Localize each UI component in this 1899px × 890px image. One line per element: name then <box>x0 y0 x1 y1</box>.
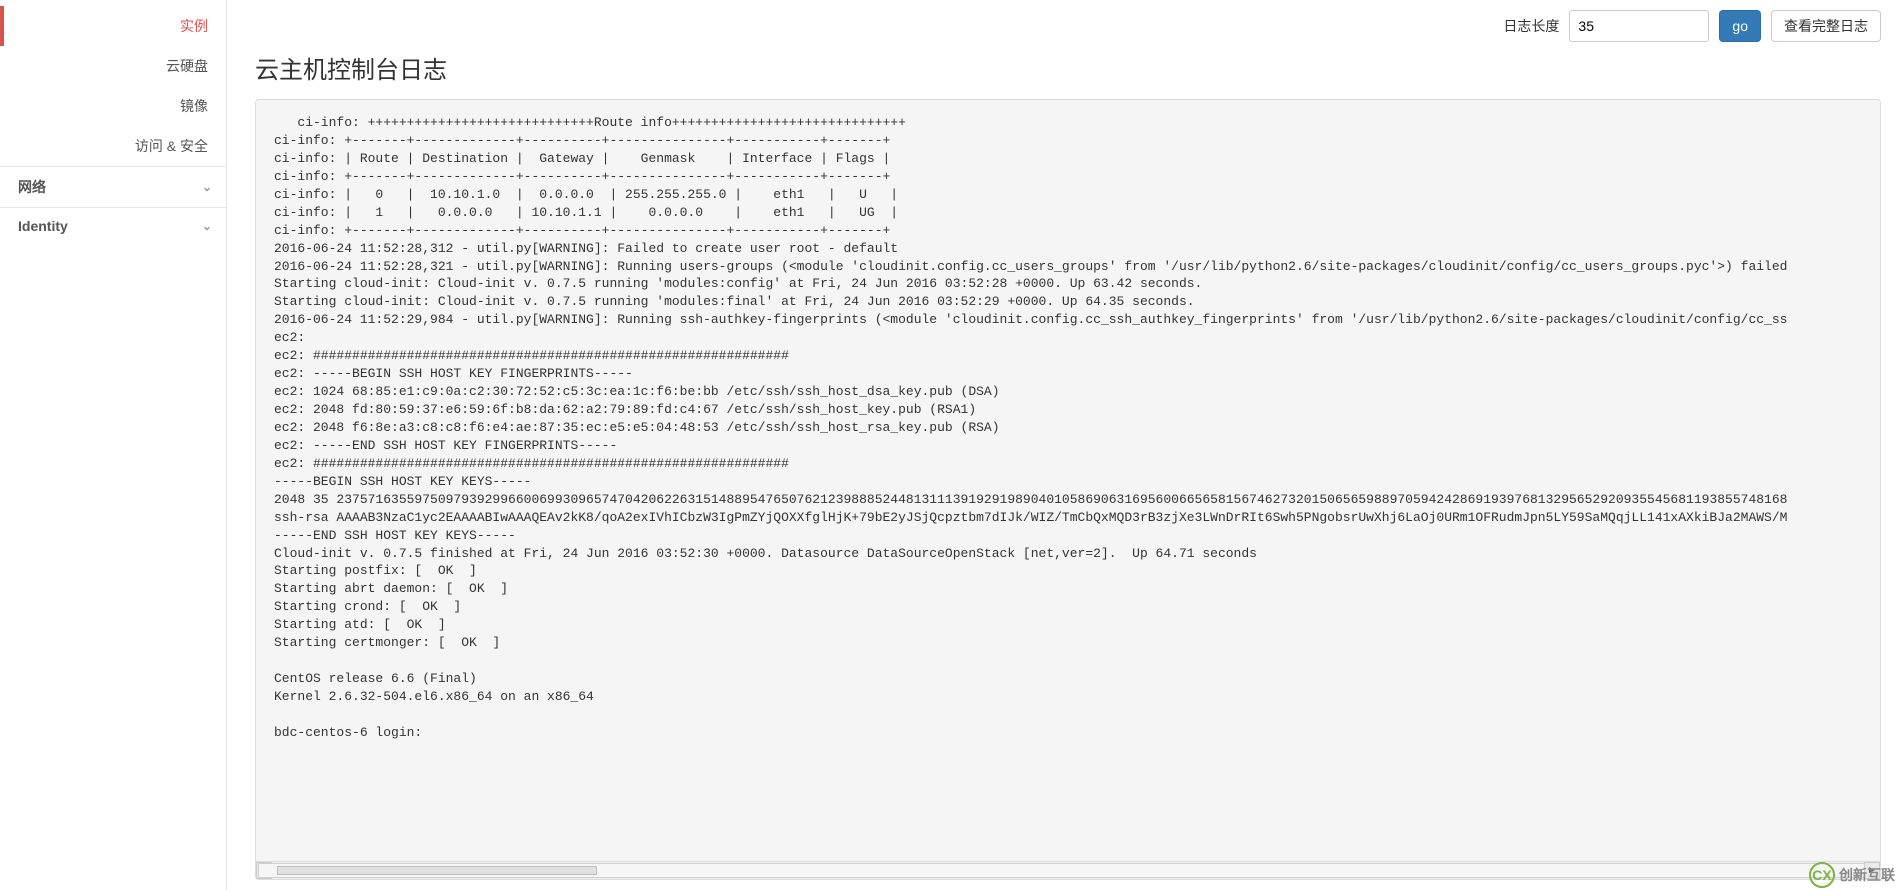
sidebar-section-identity[interactable]: Identity ⌄ <box>0 207 226 244</box>
chevron-down-icon: ⌄ <box>202 180 212 194</box>
watermark-text: 创新互联 <box>1839 865 1895 885</box>
sidebar-item-volumes[interactable]: 云硬盘 <box>0 46 226 86</box>
console-log-panel: ci-info: +++++++++++++++++++++++++++++Ro… <box>255 99 1881 880</box>
main-content: 日志长度 go 查看完整日志 云主机控制台日志 ci-info: +++++++… <box>227 0 1899 890</box>
topbar: 日志长度 go 查看完整日志 <box>255 10 1881 42</box>
scrollbar-thumb[interactable] <box>277 866 597 875</box>
log-length-input[interactable] <box>1569 10 1709 42</box>
sidebar-section-label: Identity <box>18 218 68 234</box>
page-title: 云主机控制台日志 <box>255 50 1881 85</box>
scrollbar-track[interactable] <box>258 863 1878 878</box>
chevron-down-icon: ⌄ <box>202 219 212 233</box>
go-button[interactable]: go <box>1719 10 1761 42</box>
sidebar-item-images[interactable]: 镜像 <box>0 86 226 126</box>
console-log-scroll[interactable]: ci-info: +++++++++++++++++++++++++++++Ro… <box>256 100 1880 861</box>
sidebar-item-instances[interactable]: 实例 <box>0 6 226 46</box>
watermark-logo-icon: CX <box>1809 862 1835 888</box>
horizontal-scrollbar[interactable]: ◄ ► <box>256 861 1880 879</box>
console-log-text: ci-info: +++++++++++++++++++++++++++++Ro… <box>274 114 1862 742</box>
sidebar-section-label: 网络 <box>18 177 46 197</box>
watermark: CX 创新互联 <box>1809 862 1895 888</box>
sidebar: 实例 云硬盘 镜像 访问 & 安全 网络 ⌄ Identity ⌄ <box>0 0 227 890</box>
sidebar-item-access-security[interactable]: 访问 & 安全 <box>0 126 226 166</box>
view-full-log-button[interactable]: 查看完整日志 <box>1771 10 1881 42</box>
log-length-label: 日志长度 <box>1503 16 1559 36</box>
sidebar-section-network[interactable]: 网络 ⌄ <box>0 166 226 207</box>
